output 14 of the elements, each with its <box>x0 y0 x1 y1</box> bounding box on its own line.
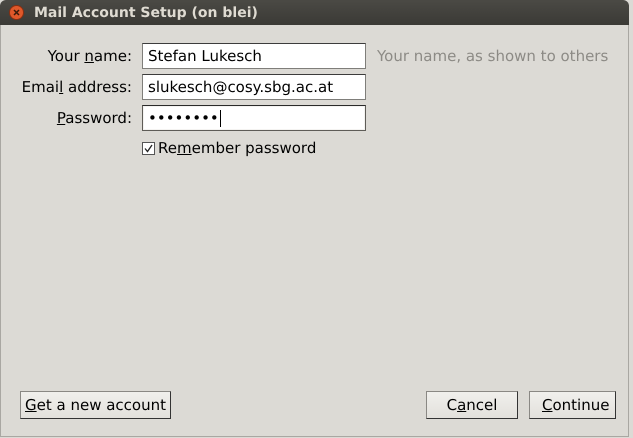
field-label: Your name: <box>46 47 132 65</box>
close-icon[interactable] <box>9 5 24 20</box>
checkbox[interactable] <box>142 142 155 154</box>
password-field[interactable]: •••••••• <box>142 105 366 131</box>
hint-text: Your name, as shown to others <box>376 47 610 65</box>
continue-button[interactable]: Continue <box>529 391 616 419</box>
window-title: Mail Account Setup (on blei) <box>34 4 258 20</box>
input-field[interactable]: slukesch@cosy.sbg.ac.at <box>142 74 366 100</box>
cancel-button[interactable]: Cancel <box>426 391 518 419</box>
input-field[interactable]: Stefan Lukesch <box>142 43 366 69</box>
field-label: Email address: <box>20 78 132 96</box>
checkbox-label[interactable]: Remember password <box>158 139 316 157</box>
field-label: Password: <box>56 109 132 127</box>
new-account-button[interactable]: Get a new account <box>20 391 171 419</box>
